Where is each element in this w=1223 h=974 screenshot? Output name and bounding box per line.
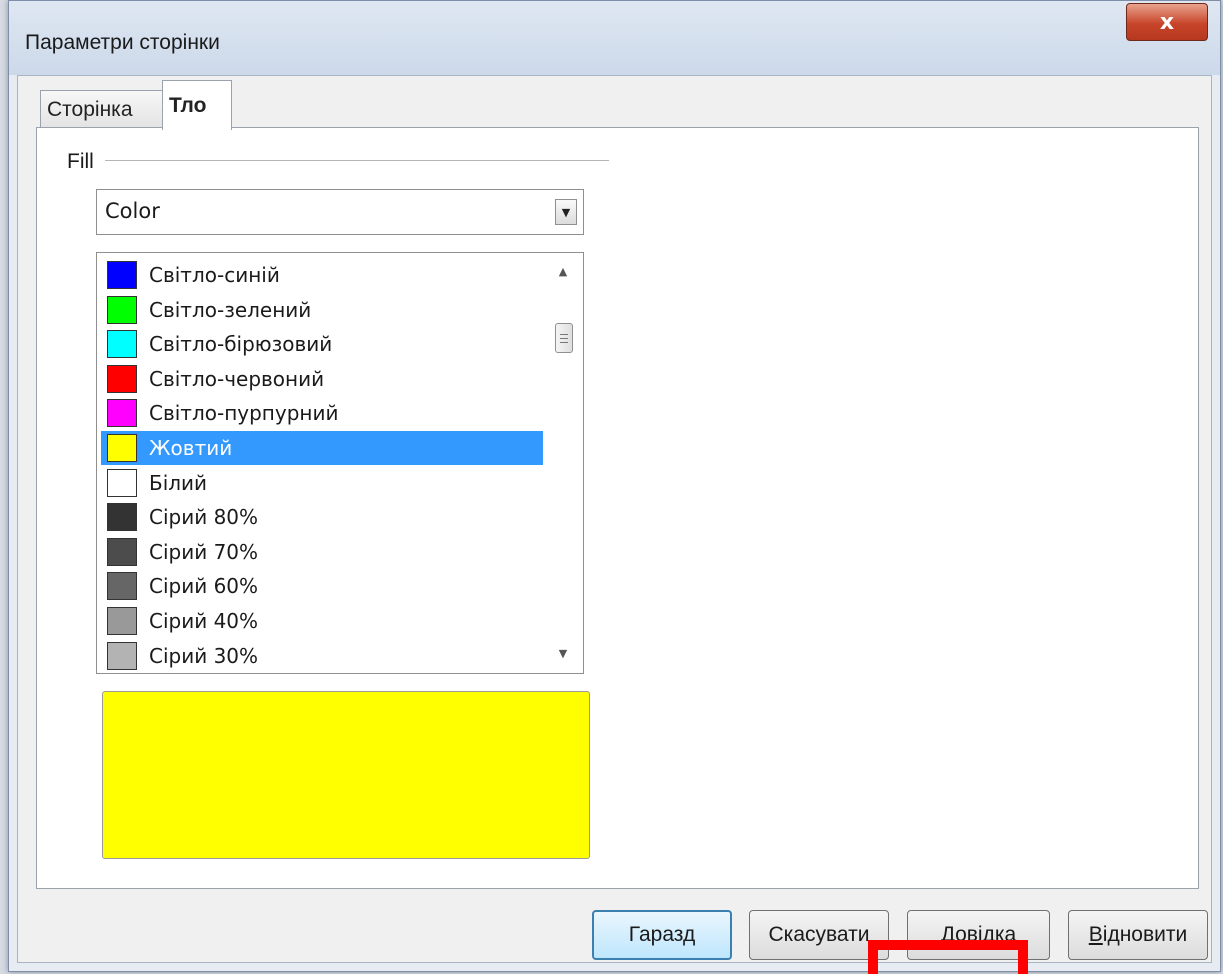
color-name: Сірий 70% xyxy=(149,539,259,564)
color-swatch xyxy=(107,399,137,428)
tab-page-background-panel: Fill Color ▼ Світло-синій Світло-зелений С… xyxy=(36,127,1199,889)
title-bar: Параметри сторінки x xyxy=(9,1,1220,75)
color-swatch xyxy=(107,261,137,289)
color-swatch xyxy=(107,503,137,532)
color-name: Білий xyxy=(149,470,208,495)
color-swatch xyxy=(107,607,137,635)
ok-button[interactable]: Гаразд xyxy=(592,910,732,960)
reset-label-rest: ідновити xyxy=(1102,923,1188,946)
color-swatch xyxy=(107,641,137,670)
dialog-client-area: Сторінка Тло Fill Color ▼ Світло-синій Св… xyxy=(17,75,1212,963)
color-name: Жовтий xyxy=(149,436,233,460)
close-icon: x xyxy=(1159,9,1175,35)
color-list-item[interactable]: Світло-пурпурний xyxy=(101,396,543,430)
color-swatch xyxy=(107,434,137,462)
color-name: Сірий 60% xyxy=(149,574,259,599)
color-name: Світло-пурпурний xyxy=(149,401,339,426)
color-list-item[interactable]: Сірий 30% xyxy=(101,639,543,673)
reset-button[interactable]: Відновити xyxy=(1068,910,1208,960)
color-name: Сірий 40% xyxy=(149,609,259,633)
color-swatch xyxy=(107,364,137,393)
color-name: Світло-бірюзовий xyxy=(149,332,333,357)
fill-type-value: Color xyxy=(105,199,160,223)
color-name: Світло-синій xyxy=(149,263,280,287)
color-swatch xyxy=(107,468,137,497)
color-list-item[interactable]: Світло-зелений xyxy=(101,293,543,327)
triangle-down-icon[interactable]: ▼ xyxy=(555,199,577,225)
color-list-item[interactable]: Світло-синій xyxy=(101,258,543,292)
color-list-item[interactable]: Білий xyxy=(101,466,543,500)
color-list[interactable]: Світло-синій Світло-зелений Світло-бірюзов… xyxy=(96,252,584,674)
fill-section-divider xyxy=(105,160,609,161)
color-swatch xyxy=(107,330,137,359)
color-preview xyxy=(102,691,590,859)
color-list-item[interactable]: Сірий 40% xyxy=(101,604,543,638)
color-list-item[interactable]: Світло-червоний xyxy=(101,362,543,396)
color-swatch xyxy=(107,295,137,324)
color-name: Світло-червоний xyxy=(149,366,325,391)
tab-background[interactable]: Тло xyxy=(162,80,232,130)
fill-type-dropdown[interactable]: Color ▼ xyxy=(96,189,584,235)
color-swatch xyxy=(107,572,137,601)
close-button[interactable]: x xyxy=(1126,3,1208,41)
fill-section-label: Fill xyxy=(67,150,94,173)
scrollbar-thumb[interactable] xyxy=(555,323,573,353)
color-list-item[interactable]: Сірий 60% xyxy=(101,569,543,603)
color-name: Сірий 30% xyxy=(149,643,259,668)
page-settings-dialog: Параметри сторінки x Сторінка Тло Fill C… xyxy=(8,0,1221,972)
color-swatch xyxy=(107,537,137,566)
scroll-up-icon[interactable]: ▲ xyxy=(553,261,573,281)
color-name: Світло-зелений xyxy=(149,297,312,322)
tab-page[interactable]: Сторінка xyxy=(40,90,164,128)
color-list-item[interactable]: Жовтий xyxy=(101,431,543,465)
annotation-highlight-box xyxy=(868,940,1028,974)
color-list-item[interactable]: Світло-бірюзовий xyxy=(101,327,543,361)
scroll-down-icon[interactable]: ▼ xyxy=(553,643,573,663)
color-list-item[interactable]: Сірий 80% xyxy=(101,500,543,534)
reset-mnemonic: В xyxy=(1088,923,1103,946)
dialog-title: Параметри сторінки xyxy=(25,31,220,54)
color-list-item[interactable]: Сірий 70% xyxy=(101,535,543,569)
color-name: Сірий 80% xyxy=(149,505,259,530)
